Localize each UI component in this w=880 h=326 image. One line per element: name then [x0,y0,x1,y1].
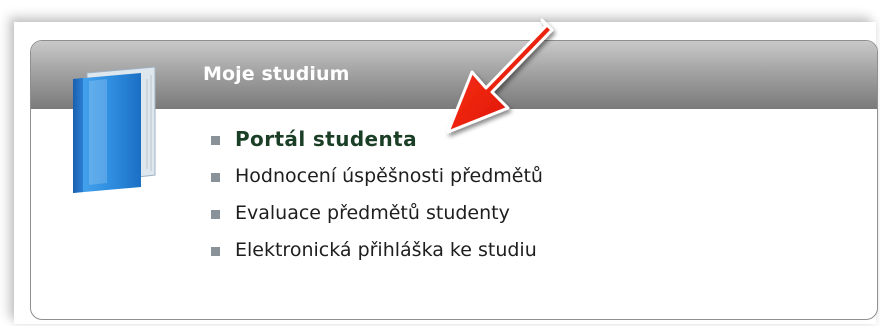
link-label[interactable]: Evaluace předmětů studenty [235,202,510,224]
link-label[interactable]: Hodnocení úspěšnosti předmětů [235,165,543,187]
blue-book-icon [73,66,156,193]
square-bullet-icon [211,136,220,145]
link-label[interactable]: Portál studenta [235,127,417,151]
link-hodnoceni-uspesnosti[interactable]: Hodnocení úspěšnosti předmětů [209,158,543,195]
square-bullet-icon [211,210,220,219]
link-evaluace-predmetu[interactable]: Evaluace předmětů studenty [209,195,543,232]
square-bullet-icon [211,173,220,182]
screenshot-stage: Moje studium Portál studenta Hodnocení ú… [0,0,880,326]
square-bullet-icon [211,247,220,256]
panel-title: Moje studium [203,63,350,85]
link-elektronicka-prihlaska[interactable]: Elektronická přihláška ke studiu [209,232,543,269]
link-label[interactable]: Elektronická přihláška ke studiu [235,239,537,261]
red-arrow-icon [446,18,554,134]
